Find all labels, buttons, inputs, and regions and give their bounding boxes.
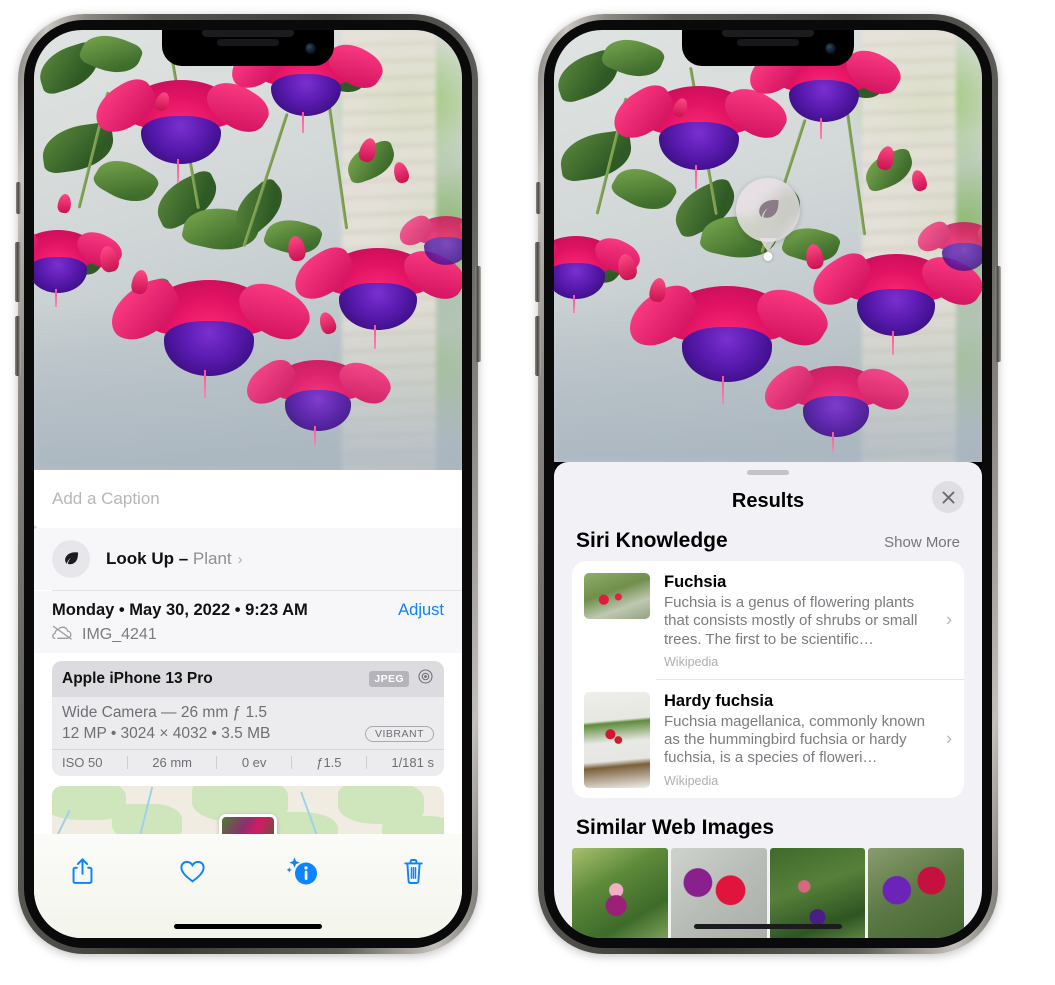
exif-separator [365,756,367,769]
earpiece-speaker [737,39,799,46]
similar-web-images-title: Similar Web Images [576,815,775,839]
knowledge-row[interactable]: Fuchsia Fuchsia is a genus of flowering … [572,561,964,679]
chevron-right-icon: › [946,728,952,749]
photo-filename: IMG_4241 [82,626,157,643]
result-title: Fuchsia [664,573,727,591]
caption-field[interactable]: Add a Caption [34,470,462,528]
volume-down-button[interactable] [535,316,541,376]
siri-knowledge-card: Fuchsia Fuchsia is a genus of flowering … [572,561,964,798]
photo-toolbar [34,834,462,938]
home-indicator[interactable] [694,924,842,929]
camera-info-card[interactable]: Apple iPhone 13 Pro JPEG Wide Camera — 2… [52,661,444,776]
mute-switch[interactable] [16,182,21,214]
share-icon[interactable] [60,850,104,892]
similar-image-thumbnail[interactable] [868,847,964,938]
caption-placeholder: Add a Caption [52,489,160,508]
power-button[interactable] [995,266,1001,362]
camera-device-name: Apple iPhone 13 Pro [62,670,213,687]
look-up-subject: Plant [192,549,232,568]
show-more-button[interactable]: Show More [884,534,960,551]
look-up-title: Look Up – [106,549,193,568]
sparkle-icon: ✦ [34,521,39,537]
photo-date: Monday • May 30, 2022 • 9:23 AM [52,601,308,619]
camera-exif-row: ISO 50 26 mm 0 ev ƒ1.5 1/181 s [52,749,444,776]
photo-info-sheet: Add a Caption ✦ ✦ Look Up – Plant › Mond… [34,470,462,938]
front-camera [825,43,836,54]
exif-separator [216,756,218,769]
aperture-icon [417,668,434,690]
front-camera [305,43,316,54]
result-thumbnail [584,691,650,788]
leaf-icon [52,540,90,578]
siri-knowledge-header: Siri Knowledge Show More [554,527,982,561]
adjust-button[interactable]: Adjust [398,601,444,620]
camera-lens-line: Wide Camera — 26 mm ƒ 1.5 [62,704,268,721]
similar-image-thumbnail[interactable] [572,847,668,938]
exif-iso: ISO 50 [62,755,103,770]
top-speaker-grille [722,30,814,37]
exif-shutter-speed: 1/181 s [391,755,434,770]
look-up-label: Look Up – Plant [106,549,232,569]
earpiece-speaker [217,39,279,46]
mute-switch[interactable] [536,182,541,214]
screen-left: Add a Caption ✦ ✦ Look Up – Plant › Mond… [34,30,462,938]
top-speaker-grille [202,30,294,37]
photo-viewer[interactable] [554,30,982,462]
photo-viewer[interactable] [34,30,462,470]
power-button[interactable] [475,266,481,362]
look-up-row[interactable]: ✦ ✦ Look Up – Plant › [34,521,462,590]
results-title: Results [731,489,805,512]
chevron-right-icon: › [946,609,952,630]
siri-knowledge-title: Siri Knowledge [576,529,728,552]
volume-down-button[interactable] [15,316,21,376]
badge-anchor-dot [763,252,773,261]
result-description: Fuchsia magellanica, commonly known as t… [664,712,925,767]
result-description: Fuchsia is a genus of flowering plants t… [664,594,918,648]
home-indicator[interactable] [174,924,322,929]
screen-right: Results Siri Knowledge Show More Fuchsia… [554,30,982,938]
knowledge-row[interactable]: Hardy fuchsia Fuchsia magellanica, commo… [572,680,964,798]
exif-separator [126,756,128,769]
results-sheet: Results Siri Knowledge Show More Fuchsia… [554,462,982,938]
leaf-icon [736,178,800,242]
camera-card-header: Apple iPhone 13 Pro JPEG [52,661,444,697]
exif-exposure: 0 ev [241,755,267,770]
close-icon[interactable] [932,481,964,513]
exif-focal-length: 26 mm [152,755,193,770]
volume-up-button[interactable] [15,242,21,302]
visual-look-up-badge[interactable] [736,178,800,261]
result-title: Hardy fuchsia [664,691,774,710]
result-source: Wikipedia [664,654,719,669]
badge-pointer [759,238,777,252]
icloud-slash-icon [52,625,73,645]
exif-separator [290,756,292,769]
volume-up-button[interactable] [535,242,541,302]
iphone-device-left: Add a Caption ✦ ✦ Look Up – Plant › Mond… [15,14,481,954]
trash-icon[interactable] [392,850,436,892]
exif-aperture: ƒ1.5 [316,755,342,770]
results-header: Results [554,475,982,527]
heart-icon[interactable] [171,850,215,892]
result-thumbnail [584,573,650,619]
similar-web-images-header: Similar Web Images [554,798,982,848]
camera-card-body: Wide Camera — 26 mm ƒ 1.5 12 MP • 3024 ×… [52,697,444,749]
photographic-style-badge: VIBRANT [364,726,434,742]
photo-metadata: Monday • May 30, 2022 • 9:23 AM Adjust I… [34,591,462,653]
result-source: Wikipedia [664,773,719,788]
iphone-device-right: Results Siri Knowledge Show More Fuchsia… [535,14,1001,954]
format-badge: JPEG [369,671,409,687]
info-sparkle-icon[interactable] [281,850,325,892]
chevron-right-icon: › [237,550,243,568]
